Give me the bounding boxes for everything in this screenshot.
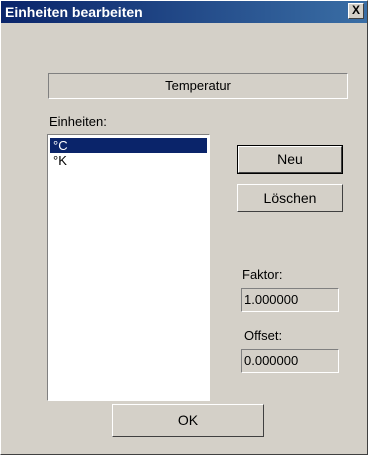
factor-field[interactable]: 1.000000 (241, 288, 339, 312)
factor-label: Faktor: (242, 267, 283, 282)
delete-unit-button[interactable]: Löschen (237, 184, 343, 212)
ok-button[interactable]: OK (112, 404, 264, 437)
new-unit-button[interactable]: Neu (237, 145, 343, 174)
units-list-label: Einheiten: (49, 114, 107, 129)
units-listbox[interactable]: °C °K (47, 134, 210, 401)
category-display: Temperatur (48, 73, 348, 99)
list-item[interactable]: °K (50, 153, 207, 168)
offset-field[interactable]: 0.000000 (241, 349, 339, 373)
edit-units-dialog: Einheiten bearbeiten X Temperatur Einhei… (0, 0, 368, 455)
offset-label: Offset: (244, 328, 283, 343)
title-bar: Einheiten bearbeiten X (1, 1, 367, 23)
window-title: Einheiten bearbeiten (5, 4, 143, 20)
close-icon[interactable]: X (348, 3, 364, 19)
list-item[interactable]: °C (50, 138, 207, 153)
